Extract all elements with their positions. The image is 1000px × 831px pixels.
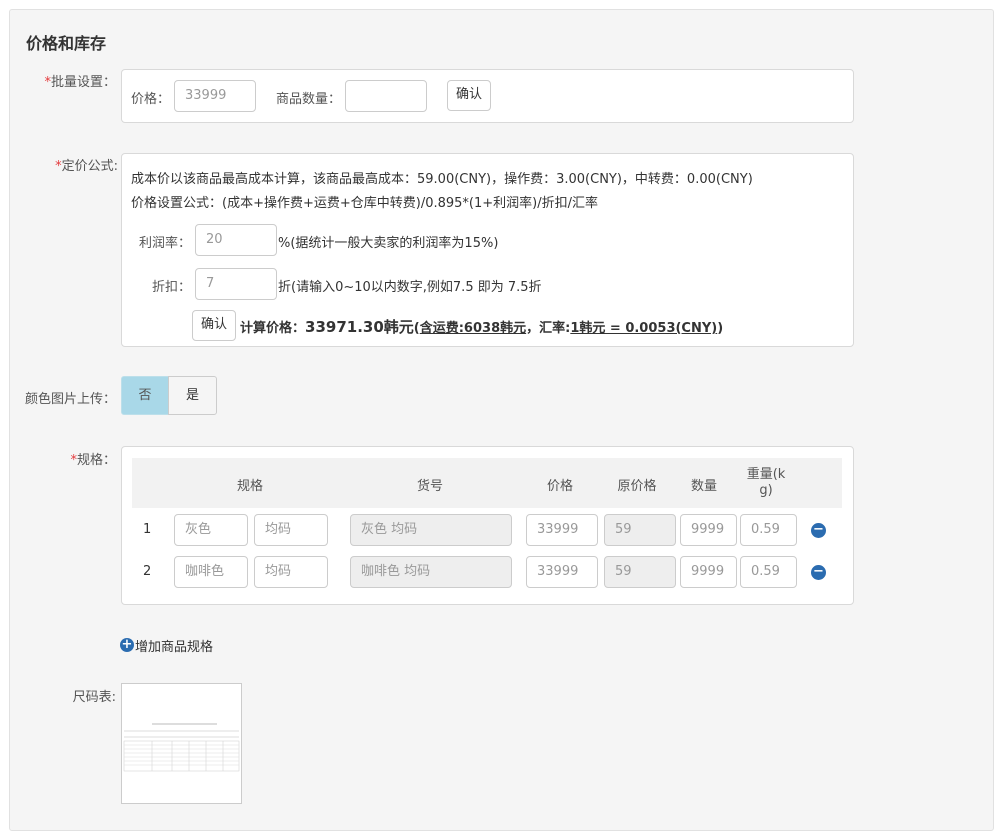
header-sku: 货号 [416, 479, 443, 494]
row-original-price-input[interactable]: 59 [604, 514, 676, 546]
row-price-input[interactable]: 33999 [526, 556, 598, 588]
formula-confirm-button[interactable]: 确认 [192, 310, 236, 341]
pricing-formula-label: *定价公式: [55, 159, 118, 174]
row-price-input[interactable]: 33999 [526, 514, 598, 546]
row-color-input[interactable]: 咖啡色 [174, 556, 248, 588]
formula-cost-line: 成本价以该商品最高成本计算，该商品最高成本：59.00(CNY)，操作费：3.0… [131, 172, 753, 187]
row-quantity-input[interactable]: 9999 [680, 514, 737, 546]
profit-rate-label: 利润率： [139, 236, 192, 251]
row-weight-input[interactable]: 0.59 [740, 556, 797, 588]
remove-row-icon[interactable]: − [811, 565, 826, 580]
size-chart-thumbnail[interactable] [121, 683, 242, 804]
size-chart-label: 尺码表: [72, 690, 116, 705]
add-spec-link[interactable]: 增加商品规格 [135, 636, 213, 655]
header-original-price: 原价格 [617, 479, 657, 494]
row-index: 2 [143, 564, 152, 579]
row-weight-input[interactable]: 0.59 [740, 514, 797, 546]
remove-row-icon[interactable]: − [811, 523, 826, 538]
add-spec-icon[interactable]: + [120, 638, 134, 652]
batch-price-input[interactable]: 33999 [174, 80, 256, 112]
color-upload-yes-toggle[interactable]: 是 [168, 376, 217, 415]
profit-rate-hint: %(据统计一般大卖家的利润率为15%) [278, 236, 499, 251]
row-original-price-input[interactable]: 59 [604, 556, 676, 588]
row-quantity-input[interactable]: 9999 [680, 556, 737, 588]
row-sku-input[interactable]: 咖啡色 均码 [350, 556, 512, 588]
calc-shipping: 含运费:6038韩元 [419, 321, 527, 336]
batch-settings-label: *批量设置： [44, 75, 116, 90]
section-title: 价格和库存 [26, 34, 107, 53]
formula-description-line: 价格设置公式：(成本+操作费+运费+仓库中转费)/0.895*(1+利润率)/折… [131, 196, 598, 211]
calc-exchange-rate: 1韩元 = 0.0053(CNY) [570, 321, 718, 336]
row-size-input[interactable]: 均码 [254, 514, 328, 546]
row-index: 1 [143, 522, 152, 537]
header-spec: 规格 [236, 479, 263, 494]
header-price: 价格 [546, 479, 573, 494]
row-size-input[interactable]: 均码 [254, 556, 328, 588]
calculated-price-line: 计算价格：33971.30韩元(含运费:6038韩元，汇率:1韩元 = 0.00… [240, 318, 724, 336]
discount-label: 折扣： [152, 280, 192, 295]
row-color-input[interactable]: 灰色 [174, 514, 248, 546]
size-chart-image [122, 684, 241, 803]
color-upload-label: 颜色图片上传： [24, 392, 116, 407]
batch-qty-label: 商品数量： [276, 92, 342, 107]
batch-confirm-button[interactable]: 确认 [447, 80, 491, 111]
batch-price-label: 价格： [131, 92, 171, 107]
row-sku-input[interactable]: 灰色 均码 [350, 514, 512, 546]
discount-input[interactable]: 7 [195, 268, 277, 300]
discount-hint: 折(请输入0~10以内数字,例如7.5 即为 7.5折 [278, 280, 542, 295]
batch-qty-input[interactable] [345, 80, 427, 112]
header-weight: 重量(k g) [746, 467, 786, 498]
spec-label: *规格： [70, 453, 116, 468]
color-upload-no-toggle[interactable]: 否 [121, 376, 169, 415]
header-quantity: 数量 [690, 479, 717, 494]
calculated-price-value: 33971.30韩元 [305, 318, 414, 336]
profit-rate-input[interactable]: 20 [195, 224, 277, 256]
